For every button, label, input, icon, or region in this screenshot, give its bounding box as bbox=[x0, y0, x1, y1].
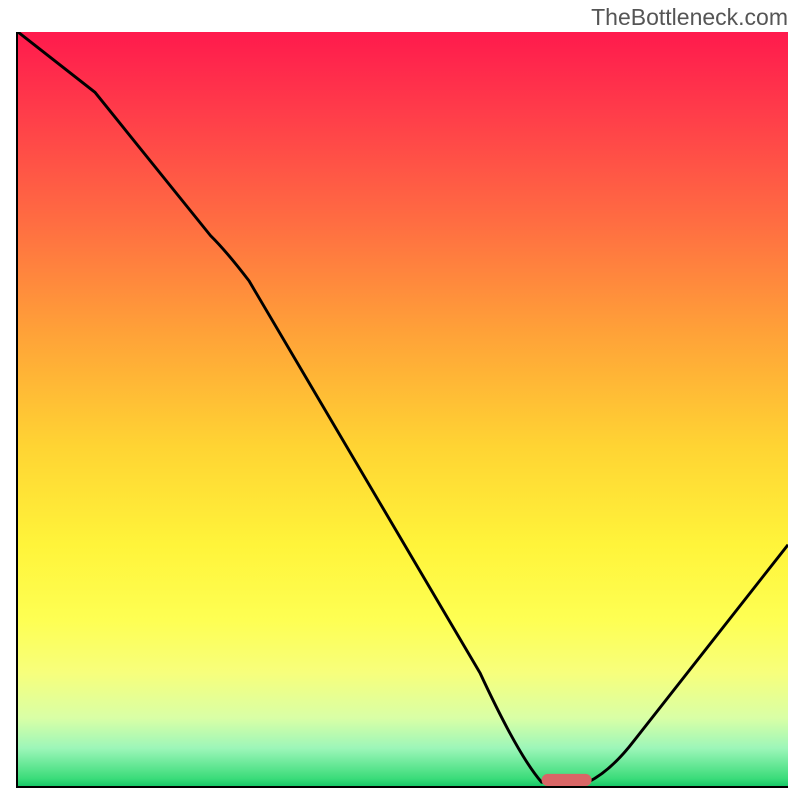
watermark-text: TheBottleneck.com bbox=[591, 4, 788, 31]
bottleneck-curve bbox=[18, 32, 788, 786]
minimum-marker bbox=[542, 774, 592, 786]
plot-area bbox=[16, 32, 788, 788]
curve-path bbox=[18, 32, 788, 782]
